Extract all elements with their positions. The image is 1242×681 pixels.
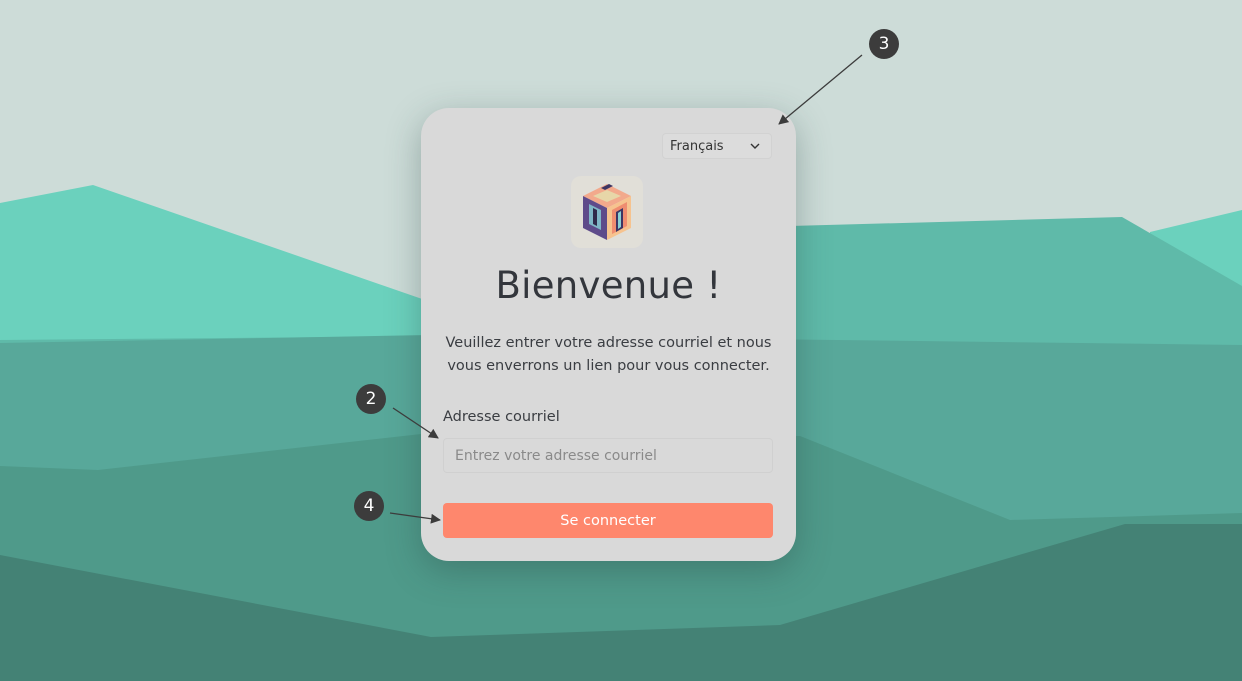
- chevron-down-icon: [750, 143, 760, 149]
- login-card: Français Bienvenue ! Veuillez entrer vot…: [421, 108, 796, 561]
- cube-logo-icon: [583, 184, 631, 240]
- annotation-badge: 2: [356, 384, 386, 414]
- login-description: Veuillez entrer votre adresse courriel e…: [445, 335, 772, 374]
- login-button[interactable]: Se connecter: [443, 503, 773, 538]
- annotation-badge: 3: [869, 29, 899, 59]
- email-field-label: Adresse courriel: [443, 409, 560, 425]
- login-screen: Français Bienvenue ! Veuillez entrer vot…: [0, 0, 1242, 681]
- page-title: Bienvenue !: [495, 264, 722, 307]
- annotation-badge: 4: [354, 491, 384, 521]
- language-select-value: Français: [670, 138, 724, 154]
- language-select[interactable]: Français: [662, 133, 772, 159]
- app-logo: [571, 176, 643, 248]
- email-field[interactable]: [443, 438, 773, 473]
